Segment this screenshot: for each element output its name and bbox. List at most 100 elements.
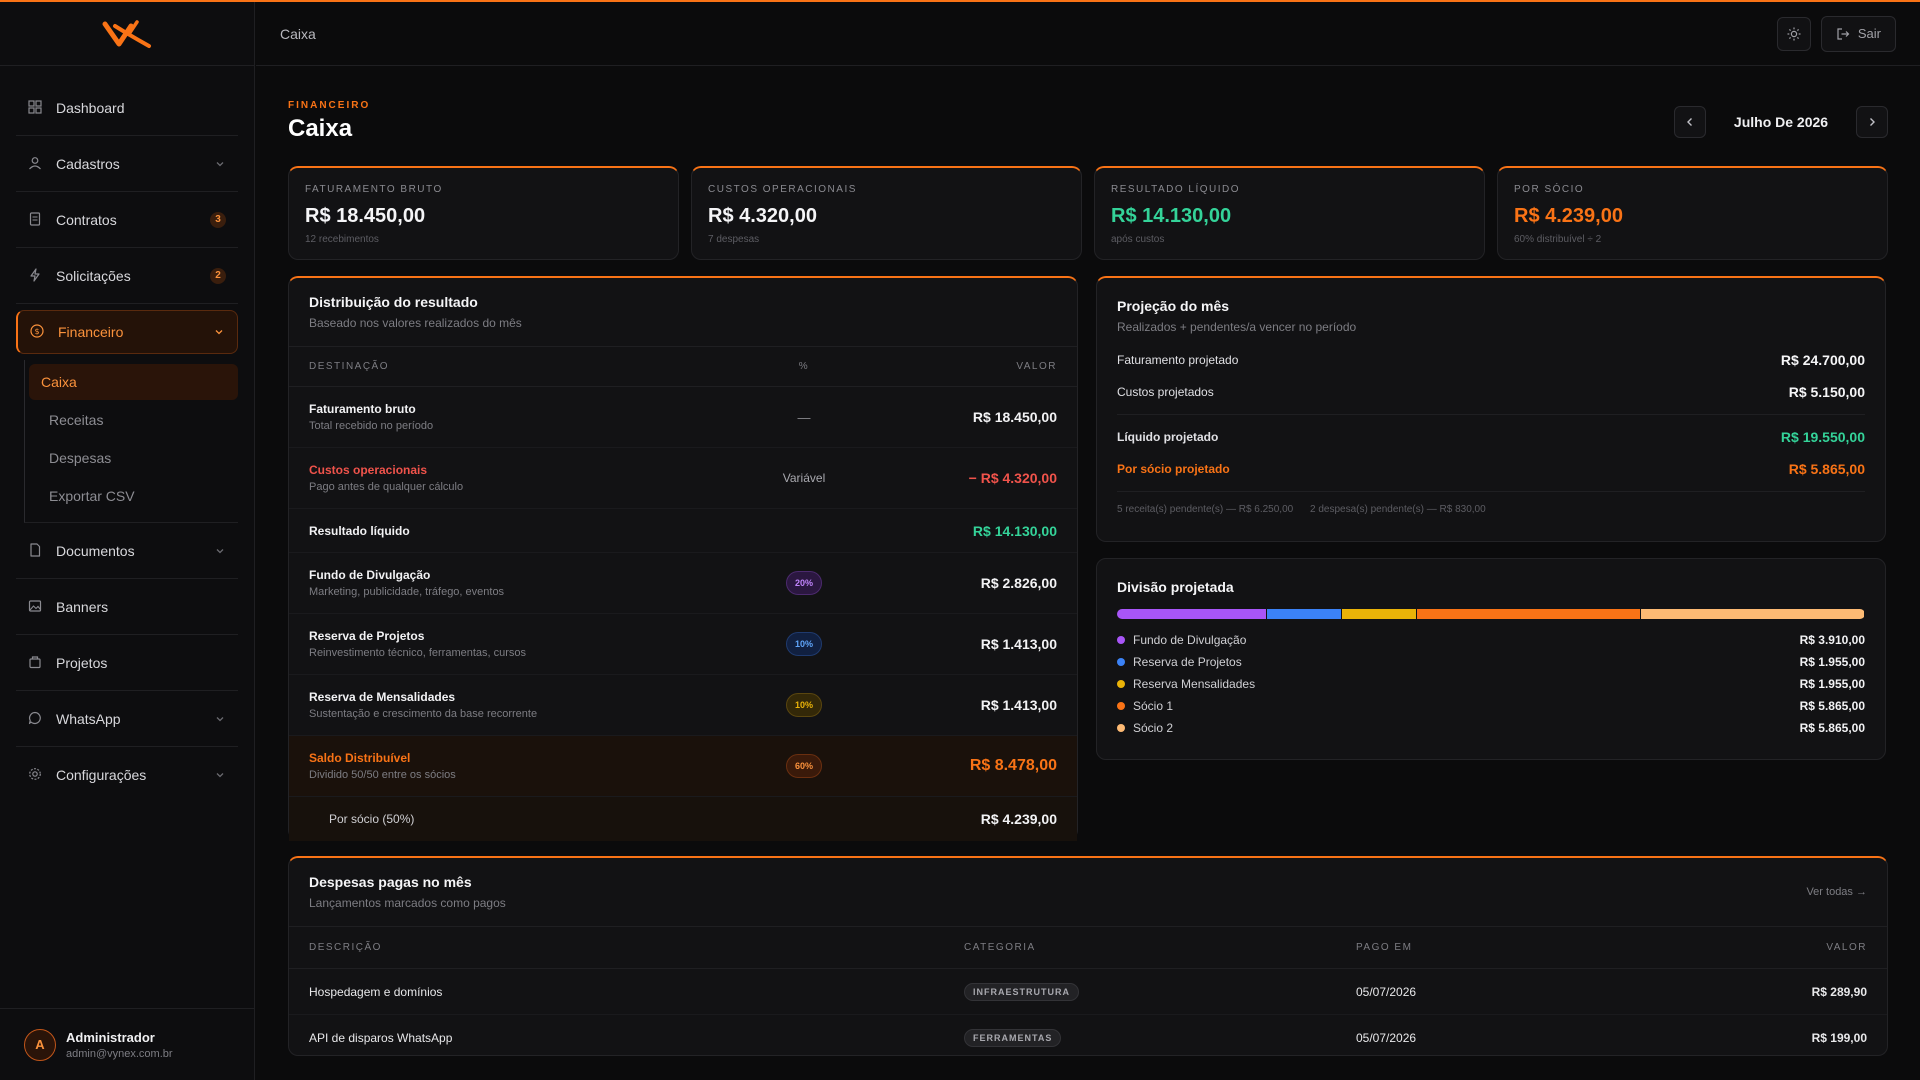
legend-value: R$ 1.955,00 [1799, 655, 1865, 669]
row-name: Saldo Distribuível [309, 751, 411, 765]
row-value: − R$ 4.320,00 [968, 470, 1057, 486]
row-percent: Variável [782, 471, 826, 485]
row-name: Custos operacionais [309, 463, 428, 477]
percent-badge: 10% [786, 632, 822, 656]
sidebar-subitem-despesas[interactable]: Despesas [37, 440, 238, 476]
table-row: Reserva de Projetos Reinvestimento técnic… [289, 614, 1077, 675]
division-legend: Fundo de Divulgação R$ 3.910,00 Reserva d… [1097, 619, 1885, 739]
sidebar-item-label: Solicitações [56, 267, 131, 284]
sidebar-subitem-caixa[interactable]: Caixa [29, 364, 238, 400]
projection-value: R$ 24.700,00 [1780, 352, 1865, 368]
sidebar-item-configuracoes[interactable]: Configurações [16, 747, 238, 803]
projection-value: R$ 19.550,00 [1780, 429, 1865, 445]
division-stacked-bar [1117, 609, 1865, 619]
table-row: Faturamento bruto Total recebido no perío… [289, 387, 1077, 448]
grid-icon [28, 99, 44, 116]
row-name: Reserva de Mensalidades [309, 690, 456, 704]
legend-value: R$ 3.910,00 [1799, 633, 1865, 647]
table-row: Custos operacionais Pago antes de qualque… [289, 448, 1077, 509]
legend-dot [1117, 724, 1125, 732]
row-name: Resultado líquido [309, 523, 410, 538]
table-row: Saldo Distribuível Dividido 50/50 entre o… [289, 736, 1077, 797]
theme-toggle-button[interactable] [1776, 16, 1811, 51]
sidebar-subitem-receitas[interactable]: Receitas [37, 402, 238, 438]
topbar: Caixa Sair [256, 2, 1920, 66]
breadcrumb: Caixa [280, 25, 316, 42]
division-bar-segment [1641, 609, 1864, 619]
row-name: Fundo de Divulgação [309, 568, 431, 582]
legend-item: Sócio 2 R$ 5.865,00 [1117, 717, 1865, 739]
projection-card: Projeção do mês Realizados + pendentes/a… [1096, 276, 1886, 542]
row-description: Reinvestimento técnico, ferramentas, cur… [309, 647, 527, 659]
legend-item: Fundo de Divulgação R$ 3.910,00 [1117, 629, 1865, 651]
row-value: R$ 18.450,00 [972, 409, 1057, 425]
chevron-left-icon [1687, 118, 1692, 126]
sidebar-item-dashboard[interactable]: Dashboard [16, 80, 238, 136]
sidebar-subitem-exportar-csv[interactable]: Exportar CSV [37, 478, 238, 514]
legend-dot [1117, 702, 1125, 710]
column-header: VALOR [1826, 942, 1867, 953]
legend-item: Sócio 1 R$ 5.865,00 [1117, 695, 1865, 717]
kpi-subtext: após custos [1111, 234, 1165, 245]
row-value: R$ 4.239,00 [980, 811, 1057, 827]
sidebar-item-whatsapp[interactable]: WhatsApp [16, 691, 238, 747]
row-description: Total recebido no período [309, 420, 434, 432]
table-row[interactable]: Hospedagem e domínios INFRAESTRUTURA 05/… [289, 969, 1887, 1015]
right-column: Projeção do mês Realizados + pendentes/a… [1096, 276, 1886, 840]
folder-icon [28, 655, 44, 671]
row-value: R$ 14.130,00 [972, 522, 1057, 539]
legend-item: Reserva Mensalidades R$ 1.955,00 [1117, 673, 1865, 695]
row-value: R$ 1.413,00 [980, 636, 1057, 652]
previous-month-button[interactable] [1674, 106, 1706, 138]
next-month-button[interactable] [1856, 106, 1888, 138]
row-percent: — [797, 409, 811, 425]
legend-item: Reserva de Projetos R$ 1.955,00 [1117, 651, 1865, 673]
user-email: admin@vynex.com.br [66, 1047, 173, 1060]
sidebar-item-label: Cadastros [56, 155, 120, 172]
sidebar-item-documentos[interactable]: Documentos [16, 523, 238, 579]
kpi-card-resultado: RESULTADO LÍQUIDO R$ 14.130,00 após cust… [1094, 166, 1485, 260]
logout-button[interactable]: Sair [1820, 15, 1896, 52]
dollar-icon: $ [30, 324, 46, 340]
pending-expenses-note: 2 despesa(s) pendente(s) — R$ 830,00 [1310, 504, 1486, 515]
legend-name: Fundo de Divulgação [1133, 633, 1247, 647]
projection-label: Líquido projetado [1117, 430, 1219, 444]
logo[interactable] [0, 2, 254, 66]
sidebar-item-label: Financeiro [58, 324, 124, 340]
sidebar-item-financeiro[interactable]: $ Financeiro [16, 310, 238, 354]
user-profile[interactable]: A Administrador admin@vynex.com.br [0, 1008, 254, 1080]
bolt-icon [28, 267, 44, 284]
see-all-link[interactable]: Ver todas → [1806, 886, 1867, 898]
page-title: Caixa [288, 115, 353, 142]
sidebar-nav: Dashboard Cadastros Contratos 3 Solicita… [0, 66, 254, 803]
percent-badge: 60% [786, 754, 822, 778]
legend-value: R$ 1.955,00 [1799, 677, 1865, 691]
projection-line: Por sócio projetado R$ 5.865,00 [1117, 453, 1865, 485]
expense-value: R$ 289,90 [1811, 984, 1867, 999]
avatar: A [24, 1028, 56, 1061]
sidebar-item-projetos[interactable]: Projetos [16, 635, 238, 691]
expense-description: Hospedagem e domínios [309, 984, 443, 999]
column-header: PAGO EM [1356, 942, 1413, 953]
sidebar-item-cadastros[interactable]: Cadastros [16, 136, 238, 192]
sidebar-item-solicitacoes[interactable]: Solicitações 2 [16, 248, 238, 304]
row-name: Faturamento bruto [309, 402, 416, 416]
row-description: Dividido 50/50 entre os sócios [309, 769, 456, 781]
current-month-label: Julho De 2026 [1733, 114, 1829, 130]
users-icon [28, 156, 44, 172]
kpi-row: FATURAMENTO BRUTO R$ 18.450,00 12 recebi… [288, 166, 1888, 260]
row-description: Pago antes de qualquer cálculo [309, 481, 464, 493]
file-icon [28, 542, 44, 559]
sidebar-item-label: Dashboard [56, 99, 125, 116]
table-row[interactable]: API de disparos WhatsApp FERRAMENTAS 05/… [289, 1015, 1887, 1055]
kpi-label: CUSTOS OPERACIONAIS [708, 184, 857, 195]
sidebar-item-contratos[interactable]: Contratos 3 [16, 192, 238, 248]
category-tag: FERRAMENTAS [964, 1028, 1062, 1047]
table-header: DESTINAÇÃO % VALOR [289, 347, 1077, 387]
projected-division-card: Divisão projetada Fundo de Divulgação R$ … [1096, 558, 1886, 760]
sidebar-item-banners[interactable]: Banners [16, 579, 238, 635]
row-name: Por sócio (50%) [329, 812, 415, 826]
percent-badge: 10% [786, 693, 822, 717]
sidebar: Dashboard Cadastros Contratos 3 Solicita… [0, 2, 255, 1080]
card-title: Distribuição do resultado [309, 294, 478, 310]
